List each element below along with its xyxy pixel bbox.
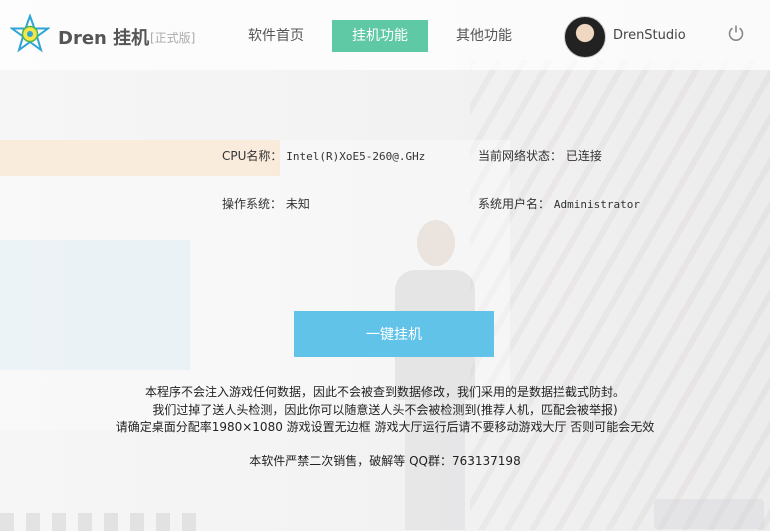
avatar[interactable] — [564, 16, 606, 58]
app-header: Dren 挂机 [正式版] 软件首页 挂机功能 其他功能 DrenStudio — [0, 0, 770, 70]
tab-home[interactable]: 软件首页 — [228, 20, 324, 52]
cpu-value: Intel(R)XoE5-260@.GHz — [286, 150, 426, 163]
figure-head — [417, 220, 455, 266]
os-value: 未知 — [285, 197, 310, 211]
system-user-label: 系统用户名： — [478, 197, 551, 211]
tab-idle-functions[interactable]: 挂机功能 — [332, 20, 428, 52]
cpu-label: CPU名称： — [222, 149, 283, 163]
star-logo-icon — [10, 14, 50, 53]
cpu-info: CPU名称： Intel(R)XoE5-260@.GHz — [222, 147, 425, 164]
notice-line-3: 请确定桌面分配率1980×1080 游戏设置无边框 游戏大厅运行后请不要移动游戏… — [115, 420, 655, 434]
app-title: Dren 挂机 — [58, 28, 150, 49]
background-watermark — [654, 499, 764, 529]
system-user-info: 系统用户名： Administrator — [478, 195, 640, 212]
background-figure — [395, 220, 475, 530]
notice-line-2: 我们过掉了送人头检测，因此你可以随意送人头不会被检测到(推荐人机，匹配会被举报) — [152, 403, 618, 417]
os-info: 操作系统： 未知 — [222, 195, 310, 212]
background-ghost-card — [0, 240, 190, 370]
power-icon[interactable] — [727, 24, 745, 42]
network-info: 当前网络状态： 已连接 — [478, 147, 602, 164]
tab-other-functions[interactable]: 其他功能 — [436, 20, 532, 52]
background-icon-strip — [0, 513, 200, 531]
username-label: DrenStudio — [613, 28, 686, 43]
notice-line-1: 本程序不会注入游戏任何数据，因此不会被查到数据修改，我们采用的是数据拦截式防封。 — [144, 385, 625, 399]
network-value: 已连接 — [565, 149, 602, 163]
one-key-idle-button[interactable]: 一键挂机 — [294, 311, 494, 357]
notice-line-4: 本软件严禁二次销售，破解等 QQ群：763137198 — [249, 454, 521, 468]
edition-label: [正式版] — [150, 31, 196, 45]
system-user-value: Administrator — [553, 198, 640, 211]
network-label: 当前网络状态： — [478, 149, 563, 163]
os-label: 操作系统： — [222, 197, 283, 211]
